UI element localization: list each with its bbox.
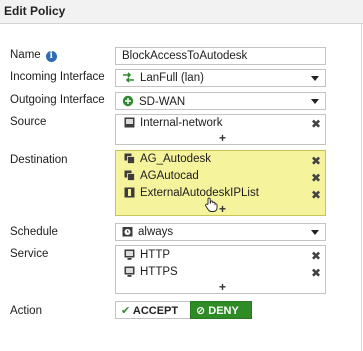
chevron-down-icon [311, 76, 319, 81]
list-item: HTTPS [124, 266, 178, 278]
add-service-button[interactable]: + [219, 280, 226, 294]
remove-icon[interactable]: ✖ [311, 172, 321, 184]
list-item: HTTP [124, 249, 170, 261]
list-item: Internal-network [124, 117, 222, 129]
source-item-label: Internal-network [140, 117, 223, 129]
name-label: Name i [10, 49, 57, 62]
outgoing-interface-select[interactable]: SD-WAN [115, 92, 326, 110]
service-icon [124, 266, 135, 277]
outgoing-interface-label: Outgoing Interface [10, 94, 105, 106]
accept-button-label: ACCEPT [132, 305, 179, 317]
remove-icon[interactable]: ✖ [311, 250, 321, 262]
address-group-icon [124, 153, 135, 164]
chevron-down-icon [311, 230, 319, 235]
deny-button[interactable]: ⊘ DENY [190, 301, 252, 319]
schedule-value: always [138, 226, 174, 238]
service-item-label: HTTP [140, 249, 171, 261]
incoming-interface-select[interactable]: LanFull (lan) [115, 69, 326, 87]
name-input[interactable]: BlockAccessToAutodesk [115, 47, 326, 65]
interface-link-icon [123, 72, 134, 83]
sd-wan-icon [122, 95, 134, 107]
outgoing-interface-value: SD-WAN [139, 96, 186, 108]
remove-icon[interactable]: ✖ [311, 189, 321, 201]
hand-cursor-icon [205, 197, 218, 212]
schedule-label: Schedule [10, 226, 58, 238]
destination-item-label: ExternalAutodeskIPList [140, 187, 259, 199]
add-source-button[interactable]: + [219, 131, 226, 145]
service-label: Service [10, 248, 49, 260]
deny-icon: ⊘ [196, 304, 206, 317]
action-label: Action [10, 305, 42, 317]
remove-icon[interactable]: ✖ [311, 118, 321, 130]
list-item: AG_Autodesk [124, 153, 211, 165]
info-icon[interactable]: i [45, 51, 57, 62]
schedule-icon [122, 227, 133, 237]
dialog-title: Edit Policy [0, 0, 363, 24]
service-list[interactable]: HTTP ✖ HTTPS ✖ + [115, 245, 326, 294]
external-list-icon [124, 187, 135, 198]
destination-item-label: AGAutocad [140, 170, 199, 182]
schedule-select[interactable]: always [115, 223, 326, 241]
service-item-label: HTTPS [140, 266, 178, 278]
incoming-interface-value: LanFull (lan) [140, 72, 204, 84]
source-label: Source [10, 116, 47, 128]
list-item: ExternalAutodeskIPList [124, 187, 259, 199]
remove-icon[interactable]: ✖ [311, 267, 321, 279]
source-list[interactable]: Internal-network ✖ + [115, 114, 326, 145]
address-group-icon [124, 170, 135, 181]
service-icon [124, 249, 135, 260]
deny-button-label: DENY [208, 305, 239, 317]
destination-list[interactable]: AG_Autodesk ✖ AGAutocad ✖ ExternalAutode… [115, 150, 326, 216]
incoming-interface-label: Incoming Interface [10, 71, 105, 83]
add-destination-button[interactable]: + [219, 202, 226, 216]
destination-label: Destination [10, 154, 68, 166]
chevron-down-icon [311, 99, 319, 104]
checkmark-icon: ✔ [121, 304, 131, 317]
name-label-text: Name [10, 49, 41, 61]
destination-item-label: AG_Autodesk [140, 153, 211, 165]
remove-icon[interactable]: ✖ [311, 155, 321, 167]
list-item: AGAutocad [124, 170, 199, 182]
accept-button[interactable]: ✔ ACCEPT [115, 301, 191, 319]
name-input-value: BlockAccessToAutodesk [122, 50, 248, 62]
address-icon [124, 117, 135, 128]
